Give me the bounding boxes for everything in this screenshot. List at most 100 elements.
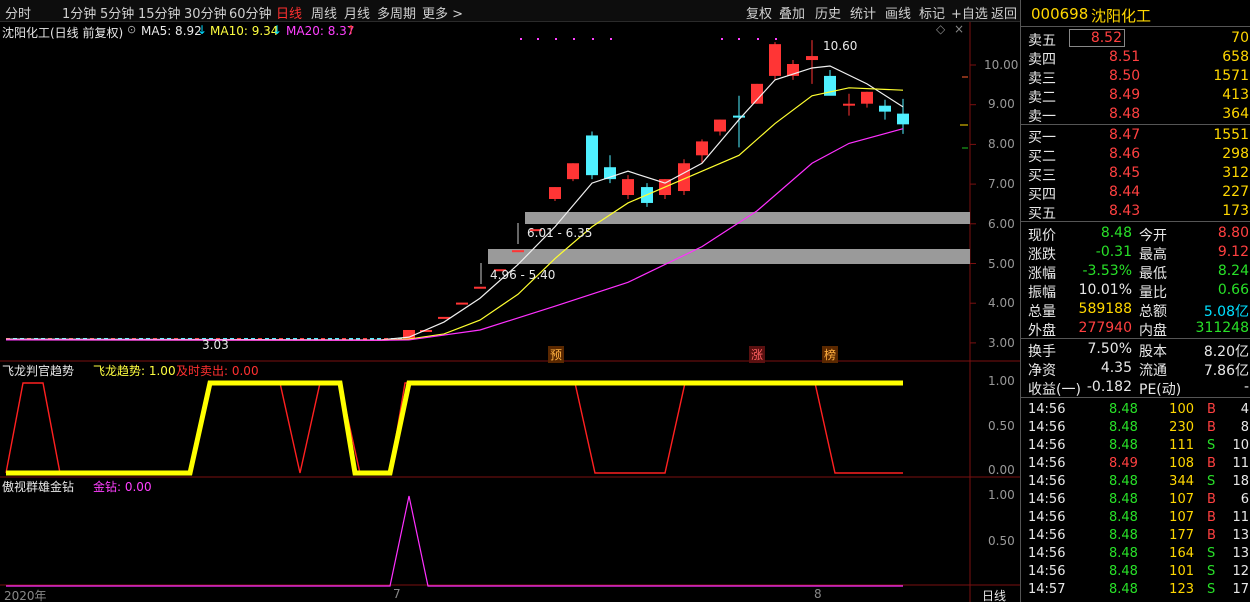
- trade-row[interactable]: 14:56 8.48 100 B 4: [1021, 401, 1250, 419]
- price-tick: 9.00: [988, 97, 1015, 111]
- price-tick: 10.00: [984, 58, 1019, 72]
- trade-time: 14:56: [1028, 528, 1066, 543]
- trade-row[interactable]: 14:56 8.48 107 B 11: [1021, 509, 1250, 527]
- period-tab-6[interactable]: 日线: [276, 3, 302, 22]
- quote-value: 8.24: [1217, 263, 1249, 279]
- toolbar-action-2[interactable]: 历史: [815, 3, 841, 22]
- trade-volume: 111: [1169, 438, 1194, 453]
- period-unit-label[interactable]: 日线: [982, 587, 1006, 602]
- quote-divider: [1021, 338, 1250, 339]
- marker-badge[interactable]: 预: [548, 346, 565, 363]
- kline-candle: [474, 286, 486, 289]
- ask-row[interactable]: 卖一 8.48 364: [1021, 105, 1250, 125]
- trade-row[interactable]: 14:56 8.48 177 B 13: [1021, 527, 1250, 545]
- trade-row[interactable]: 14:56 8.48 344 S 18: [1021, 473, 1250, 491]
- period-tab-3[interactable]: 15分钟: [138, 3, 181, 22]
- bid-row[interactable]: 买二 8.46 298: [1021, 145, 1250, 165]
- trade-count: 17: [1232, 582, 1249, 597]
- bid-row[interactable]: 买五 8.43 173: [1021, 202, 1250, 222]
- period-tab-1[interactable]: 1分钟: [62, 3, 96, 22]
- toolbar-action-7[interactable]: 返回: [991, 3, 1017, 22]
- chevron-down-icon[interactable]: ⊙: [127, 23, 136, 36]
- finance-value: 7.86亿: [1203, 363, 1249, 379]
- trade-time: 14:56: [1028, 492, 1066, 507]
- finance-label: 收益(一): [1028, 382, 1081, 398]
- period-tab-0[interactable]: 分时: [5, 3, 31, 22]
- quote-label: 最高: [1139, 247, 1167, 263]
- period-tab-8[interactable]: 月线: [344, 3, 370, 22]
- quote-label: 涨跌: [1028, 247, 1056, 263]
- period-tab-5[interactable]: 60分钟: [229, 3, 272, 22]
- trade-row[interactable]: 14:56 8.48 101 S 12: [1021, 563, 1250, 581]
- bid-label: 买二: [1028, 149, 1056, 165]
- period-tab-10[interactable]: 更多 >: [422, 3, 463, 22]
- ask-row[interactable]: 卖三 8.50 1571: [1021, 67, 1250, 87]
- kline-candle: [861, 91, 873, 104]
- quote-label: 今开: [1139, 228, 1167, 244]
- ask-volume: 70: [1231, 30, 1249, 46]
- close-icon[interactable]: ×: [954, 22, 964, 36]
- chart-background: [0, 22, 1020, 602]
- finance-label: 换手: [1028, 344, 1056, 360]
- bid-price: 8.44: [1109, 184, 1141, 200]
- bid-row[interactable]: 买四 8.44 227: [1021, 183, 1250, 203]
- quote-label: 总额: [1139, 304, 1167, 320]
- trade-side: B: [1207, 456, 1216, 471]
- signal-dot: [592, 38, 594, 40]
- finance-value: 4.35: [1100, 360, 1132, 376]
- toolbar-action-5[interactable]: 标记: [919, 3, 945, 22]
- trade-row[interactable]: 14:56 8.49 108 B 11: [1021, 455, 1250, 473]
- signal-dot: [573, 38, 575, 40]
- trade-time: 14:56: [1028, 474, 1066, 489]
- quote-label: 外盘: [1028, 323, 1056, 339]
- bid-row[interactable]: 买一 8.47 1551: [1021, 126, 1250, 146]
- chart-area[interactable]: 沈阳化工(日线 前复权) ⊙ MA5: 8.92 ↓ MA10: 9.34 ↓ …: [0, 22, 1020, 602]
- bid-row[interactable]: 买三 8.45 312: [1021, 164, 1250, 184]
- trade-row[interactable]: 14:56 8.48 107 B 6: [1021, 491, 1250, 509]
- trade-price: 8.48: [1109, 474, 1138, 489]
- ask-label: 卖三: [1028, 71, 1056, 87]
- ask-label: 卖一: [1028, 109, 1056, 125]
- kline-candle: [769, 44, 781, 76]
- finance-label: 流通: [1139, 363, 1167, 379]
- trade-volume: 177: [1169, 528, 1194, 543]
- trade-row[interactable]: 14:56 8.48 111 S 10: [1021, 437, 1250, 455]
- toolbar-action-0[interactable]: 复权: [746, 3, 772, 22]
- diamond-icon[interactable]: ◇: [936, 22, 945, 36]
- toolbar-action-1[interactable]: 叠加: [779, 3, 805, 22]
- trade-side: S: [1207, 474, 1216, 489]
- trade-row[interactable]: 14:57 8.48 123 S 17: [1021, 581, 1250, 599]
- ask-row[interactable]: 卖四 8.51 658: [1021, 48, 1250, 68]
- marker-badge[interactable]: 涨: [749, 346, 766, 363]
- trade-side: B: [1207, 402, 1216, 417]
- quote-value: 8.80: [1217, 225, 1249, 241]
- finance-label: 净资: [1028, 363, 1056, 379]
- date-label: 8: [814, 587, 822, 601]
- period-tab-7[interactable]: 周线: [311, 3, 337, 22]
- ask-price: 8.48: [1109, 106, 1141, 122]
- bid-label: 买三: [1028, 168, 1056, 184]
- trade-row[interactable]: 14:56 8.48 230 B 8: [1021, 419, 1250, 437]
- trade-row[interactable]: 14:56 8.48 164 S 13: [1021, 545, 1250, 563]
- period-tab-4[interactable]: 30分钟: [184, 3, 227, 22]
- toolbar-action-3[interactable]: 统计: [850, 3, 876, 22]
- trade-side: B: [1207, 510, 1216, 525]
- finance-label: PE(动): [1139, 382, 1182, 398]
- period-tab-9[interactable]: 多周期: [377, 3, 416, 22]
- toolbar-action-4[interactable]: 画线: [885, 3, 911, 22]
- quote-value: 10.01%: [1078, 282, 1132, 298]
- kline-candle: [512, 250, 524, 253]
- ask-row[interactable]: 卖五 8.52 70: [1021, 29, 1250, 49]
- trade-volume: 101: [1169, 564, 1194, 579]
- kline-chart-svg[interactable]: [0, 22, 1020, 602]
- marker-badge[interactable]: 榜: [822, 346, 839, 363]
- ma20-label: MA20: 8.37: [286, 24, 355, 38]
- ask-row[interactable]: 卖二 8.49 413: [1021, 86, 1250, 106]
- kline-candle: [714, 119, 726, 132]
- period-tab-2[interactable]: 5分钟: [100, 3, 134, 22]
- trade-count: 18: [1232, 474, 1249, 489]
- finance-row: 收益(一) -0.182 PE(动) -: [1021, 378, 1250, 398]
- quote-value: 589188: [1078, 301, 1132, 317]
- toolbar-action-6[interactable]: +自选: [951, 3, 988, 22]
- indicator2-tick: 1.00: [988, 488, 1015, 502]
